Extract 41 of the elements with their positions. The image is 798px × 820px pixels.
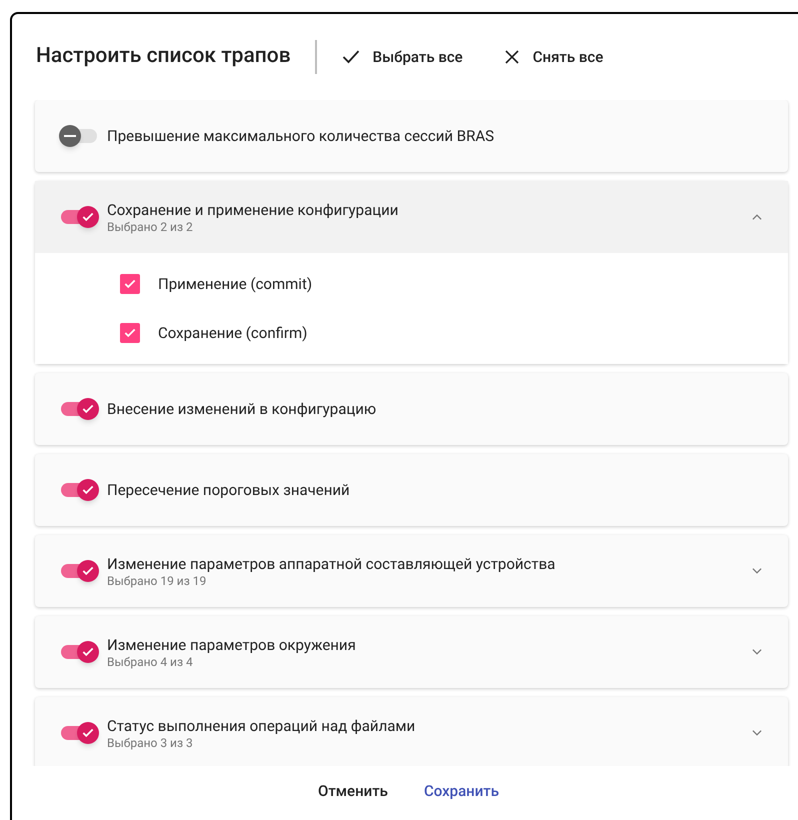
trap-group-label: Внесение изменений в конфигурацию	[107, 399, 378, 419]
check-icon	[81, 402, 95, 416]
trap-group-header[interactable]: Изменение параметров окружения Выбрано 4 из 4	[35, 616, 788, 688]
cancel-button[interactable]: Отменить	[318, 780, 388, 802]
toggle-switch[interactable]	[59, 639, 101, 665]
selection-count: Выбрано 19 из 19	[107, 574, 208, 588]
save-button[interactable]: Сохранить	[424, 780, 500, 802]
trap-group-header[interactable]: Превышение максимального количества сессий BRAS	[35, 100, 788, 172]
check-icon	[81, 483, 95, 497]
trap-group-header[interactable]: Сохранение и применение конфигурации Выбрано 2 из 2	[35, 181, 788, 253]
trap-label: Применение (commit)	[158, 274, 312, 295]
trap-group-label: Изменение параметров окружения	[107, 635, 357, 655]
trap-group-label: Сохранение и применение конфигурации	[107, 200, 400, 220]
minus-icon	[64, 135, 76, 137]
toggle-switch[interactable]	[59, 720, 101, 746]
select-all-button[interactable]: Выбрать все	[340, 46, 463, 68]
trap-group-header[interactable]: Пересечение пороговых значений	[35, 454, 788, 526]
trap-label: Сохранение (confirm)	[158, 322, 308, 344]
clear-all-button[interactable]: Снять все	[502, 46, 604, 68]
trap-group-header[interactable]: Изменение параметров аппаратной составляющей устройства Выбрано 19 из 19	[35, 535, 788, 607]
trap-group-header[interactable]: Внесение изменений в конфигурацию	[35, 373, 788, 445]
toggle-switch[interactable]	[59, 396, 101, 422]
trap-group-label: Статус выполнения операций над файлами	[107, 716, 416, 736]
check-icon	[81, 726, 95, 740]
checkbox[interactable]	[120, 274, 140, 294]
toggle-switch[interactable]	[59, 477, 101, 503]
check-icon	[81, 564, 95, 578]
close-icon	[502, 48, 521, 66]
selection-count: Выбрано 4 из 4	[107, 655, 194, 669]
toggle-switch[interactable]	[59, 204, 101, 230]
check-icon	[81, 210, 95, 224]
checkbox[interactable]	[120, 322, 140, 343]
dialog-title: Настроить список трапов	[36, 43, 291, 70]
trap-group-label: Превышение максимального количества сессий BRAS	[107, 126, 496, 146]
check-icon	[81, 645, 95, 659]
toggle-switch[interactable]	[59, 558, 101, 584]
selection-count: Выбрано 2 из 2	[107, 220, 194, 234]
selection-count: Выбрано 3 из 3	[107, 736, 194, 750]
trap-group-label: Изменение параметров аппаратной составляющей устройства	[107, 554, 556, 574]
trap-group-header[interactable]: Статус выполнения операций над файлами Выбрано 3 из 3	[35, 697, 788, 766]
trap-group-label: Пересечение пороговых значений	[107, 480, 351, 500]
